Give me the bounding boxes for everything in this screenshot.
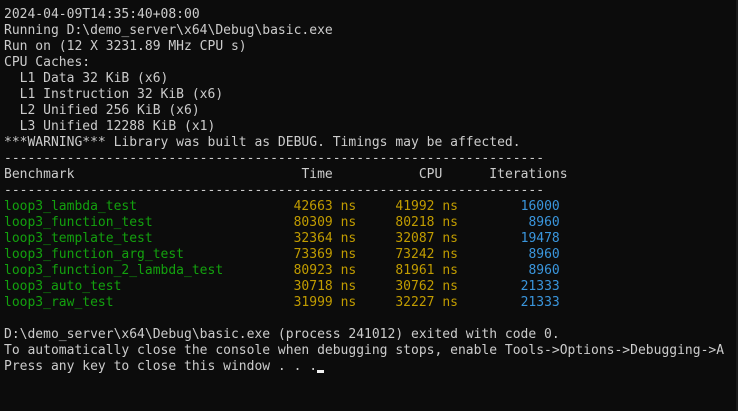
benchmark-iterations: 19478	[520, 231, 560, 246]
text-cursor	[317, 370, 325, 373]
header-line: Run on (12 X 3231.89 MHz CPU s)	[4, 39, 247, 54]
console-header: 2024-04-09T14:35:40+08:00 Running D:\demo…	[4, 7, 738, 151]
header-line: L1 Data 32 KiB (x6)	[4, 71, 169, 86]
separator-bottom: ----------------------------------------…	[4, 183, 545, 198]
time-unit: ns	[340, 215, 357, 230]
benchmark-time: 42663	[293, 199, 333, 214]
benchmark-cpu: 73242	[395, 247, 435, 262]
benchmark-iterations: 21333	[520, 295, 560, 310]
benchmark-row: loop3_auto_test 30718 ns 30762 ns 21333	[4, 279, 738, 295]
footer-text: To automatically close the console when …	[4, 343, 725, 358]
benchmark-name: loop3_template_test	[4, 231, 153, 246]
benchmark-cpu: 80218	[395, 215, 435, 230]
cpu-unit: ns	[442, 199, 458, 214]
benchmark-cpu: 81961	[395, 263, 435, 278]
col-header-iterations: Iterations	[489, 167, 568, 182]
benchmark-row: loop3_function_2_lambda_test 80923 ns 81…	[4, 263, 738, 279]
console-footer: D:\demo_server\x64\Debug\basic.exe (proc…	[4, 327, 738, 375]
cpu-unit: ns	[442, 279, 458, 294]
column-headers: Benchmark Time CPU Iterations	[4, 167, 738, 183]
benchmark-iterations: 8960	[528, 215, 560, 230]
benchmark-row: loop3_lambda_test 42663 ns 41992 ns 1600…	[4, 199, 738, 215]
benchmark-time: 31999	[293, 295, 333, 310]
cpu-unit: ns	[442, 247, 458, 262]
header-line: ***WARNING*** Library was built as DEBUG…	[4, 135, 521, 150]
header-line: Running D:\demo_server\x64\Debug\basic.e…	[4, 23, 333, 38]
benchmark-iterations: 21333	[520, 279, 560, 294]
footer-text: D:\demo_server\x64\Debug\basic.exe (proc…	[4, 327, 560, 342]
header-line: CPU Caches:	[4, 55, 91, 70]
benchmark-name: loop3_raw_test	[4, 295, 114, 310]
time-unit: ns	[340, 199, 357, 214]
cpu-unit: ns	[442, 231, 458, 246]
benchmark-name: loop3_function_arg_test	[4, 247, 185, 262]
benchmark-name: loop3_function_test	[4, 215, 153, 230]
footer-line: Press any key to close this window . . .	[4, 359, 738, 375]
benchmark-rows: loop3_lambda_test 42663 ns 41992 ns 1600…	[4, 199, 738, 311]
benchmark-time: 32364	[293, 231, 333, 246]
benchmark-name: loop3_auto_test	[4, 279, 122, 294]
footer-line: To automatically close the console when …	[4, 343, 738, 359]
benchmark-row: loop3_function_arg_test 73369 ns 73242 n…	[4, 247, 738, 263]
cpu-unit: ns	[442, 263, 458, 278]
footer-text: Press any key to close this window . . .	[4, 359, 318, 374]
header-line: L3 Unified 12288 KiB (x1)	[4, 119, 216, 134]
benchmark-cpu: 30762	[395, 279, 435, 294]
benchmark-row: loop3_raw_test 31999 ns 32227 ns 21333	[4, 295, 738, 311]
benchmark-iterations: 8960	[528, 263, 560, 278]
benchmark-time: 80309	[293, 215, 333, 230]
console-window[interactable]: 2024-04-09T14:35:40+08:00 Running D:\demo…	[0, 0, 738, 411]
header-line: L1 Instruction 32 KiB (x6)	[4, 87, 224, 102]
benchmark-cpu: 32227	[395, 295, 435, 310]
time-unit: ns	[340, 295, 357, 310]
separator-top: ----------------------------------------…	[4, 151, 545, 166]
col-header-time: Time	[301, 167, 333, 182]
benchmark-row: loop3_function_test 80309 ns 80218 ns 89…	[4, 215, 738, 231]
time-unit: ns	[340, 247, 357, 262]
benchmark-cpu: 32087	[395, 231, 435, 246]
benchmark-iterations: 16000	[520, 199, 560, 214]
benchmark-time: 73369	[293, 247, 333, 262]
benchmark-name: loop3_lambda_test	[4, 199, 138, 214]
cpu-unit: ns	[442, 215, 458, 230]
benchmark-cpu: 41992	[395, 199, 435, 214]
benchmark-row: loop3_template_test 32364 ns 32087 ns 19…	[4, 231, 738, 247]
benchmark-time: 30718	[293, 279, 333, 294]
col-header-benchmark: Benchmark	[4, 167, 75, 182]
benchmark-iterations: 8960	[528, 247, 560, 262]
time-unit: ns	[340, 263, 357, 278]
header-line: 2024-04-09T14:35:40+08:00	[4, 7, 200, 22]
col-header-cpu: CPU	[418, 167, 443, 182]
time-unit: ns	[340, 279, 357, 294]
benchmark-time: 80923	[293, 263, 333, 278]
cpu-unit: ns	[442, 295, 458, 310]
footer-line: D:\demo_server\x64\Debug\basic.exe (proc…	[4, 327, 738, 343]
header-line: L2 Unified 256 KiB (x6)	[4, 103, 200, 118]
benchmark-name: loop3_function_2_lambda_test	[4, 263, 224, 278]
time-unit: ns	[340, 231, 357, 246]
